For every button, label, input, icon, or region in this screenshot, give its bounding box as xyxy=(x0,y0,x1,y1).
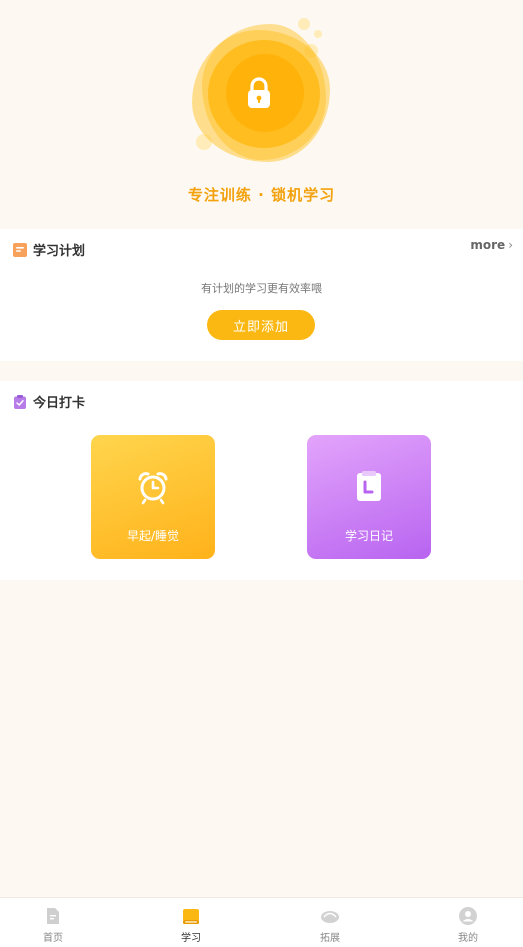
chevron-right-icon: › xyxy=(508,238,513,252)
nav-label-mine: 我的 xyxy=(458,933,478,944)
book-icon xyxy=(181,906,201,926)
nav-item-study[interactable]: 学习 xyxy=(151,898,231,947)
list-doc-icon xyxy=(13,242,27,257)
alarm-clock-icon xyxy=(135,469,171,505)
bottom-nav: 首页 学习 拓展 我的 xyxy=(0,897,523,947)
explore-icon xyxy=(320,906,340,926)
more-link[interactable]: more › xyxy=(470,238,513,252)
checkin-header: 今日打卡 xyxy=(13,392,85,411)
bubble-decoration xyxy=(298,18,310,30)
nav-label-explore: 拓展 xyxy=(320,933,340,944)
checkin-title: 今日打卡 xyxy=(33,396,86,411)
study-plan-header: 学习计划 xyxy=(13,240,85,259)
add-plan-button[interactable]: 立即添加 xyxy=(207,310,315,340)
study-plan-title: 学习计划 xyxy=(33,244,86,259)
more-label: more xyxy=(470,238,506,252)
nav-item-home[interactable]: 首页 xyxy=(13,898,93,947)
hero-section: 专注训练 · 锁机学习 xyxy=(0,0,523,225)
lock-illustration xyxy=(186,18,336,172)
nav-item-explore[interactable]: 拓展 xyxy=(290,898,370,947)
nav-label-study: 学习 xyxy=(181,933,201,944)
checkin-card: 今日打卡 早起/睡觉 学习日记 xyxy=(0,381,523,580)
home-doc-icon xyxy=(43,906,63,926)
clipboard-check-icon xyxy=(13,394,27,409)
study-plan-card: 学习计划 more › 有计划的学习更有效率喂 立即添加 xyxy=(0,229,523,361)
nav-label-home: 首页 xyxy=(43,933,63,944)
notebook-icon xyxy=(351,469,387,505)
profile-icon xyxy=(458,906,478,926)
nav-item-mine[interactable]: 我的 xyxy=(428,898,508,947)
lock-icon xyxy=(240,74,278,112)
bubble-decoration xyxy=(314,30,322,38)
hero-title: 专注训练 · 锁机学习 xyxy=(187,186,336,204)
wake-sleep-label: 早起/睡觉 xyxy=(126,529,180,543)
study-diary-tile[interactable]: 学习日记 xyxy=(307,435,431,559)
plan-hint-text: 有计划的学习更有效率喂 xyxy=(201,282,322,295)
study-diary-label: 学习日记 xyxy=(344,529,393,543)
wake-sleep-tile[interactable]: 早起/睡觉 xyxy=(91,435,215,559)
